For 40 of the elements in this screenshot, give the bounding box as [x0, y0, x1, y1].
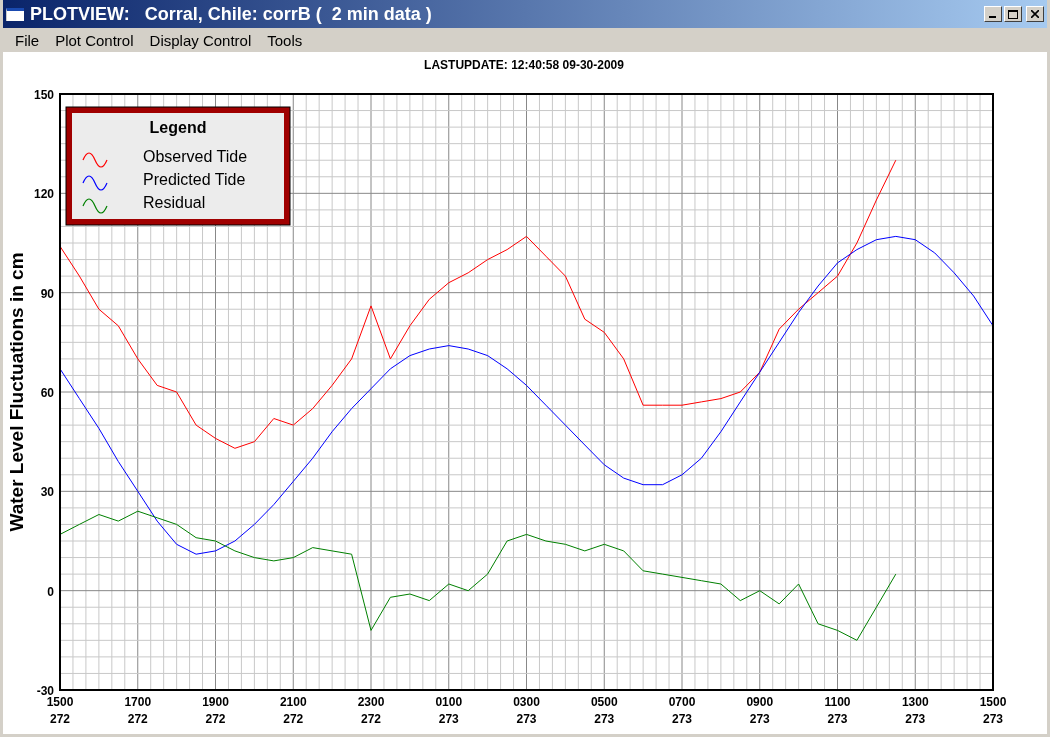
minimize-button[interactable]: [984, 6, 1002, 22]
maximize-icon: [1008, 9, 1018, 19]
axis-tick-label: 1700 272: [124, 695, 152, 726]
axis-tick-label: 1900 272: [202, 695, 229, 726]
axis-tick-label: 1500 272: [46, 695, 74, 726]
close-icon: [1031, 10, 1039, 18]
last-update-text: LASTUPDATE: 12:40:58 09-30-2009: [424, 58, 624, 72]
axis-tick-label: 150: [33, 88, 54, 102]
axis-tick-label: 0100 273: [435, 695, 463, 726]
maximize-button[interactable]: [1004, 6, 1022, 22]
legend-title: Legend: [149, 119, 207, 136]
axis-tick-label: 0300 273: [513, 695, 540, 726]
legend-label: Observed Tide: [143, 148, 248, 165]
axis-tick-label: 1300 273: [901, 695, 929, 726]
axis-tick-label: 0900 273: [746, 695, 774, 726]
axis-tick-label: 1500 273: [979, 695, 1007, 726]
axis-tick-label: 90: [40, 286, 54, 301]
menu-item[interactable]: File: [7, 31, 48, 49]
axis-tick-label: 0500 273: [590, 695, 618, 726]
axis-tick-label: 0: [47, 584, 54, 599]
y-axis-label: Water Level Fluctuations in cm: [6, 252, 27, 532]
axis-tick-label: 30: [40, 485, 54, 500]
menu-item[interactable]: Display Control: [141, 31, 260, 49]
axis-tick-label: 2300 272: [357, 695, 385, 726]
window-title: PLOTVIEW: Corral, Chile: corrB ( 2 min data ): [30, 3, 433, 25]
axis-tick-label: 2100 272: [279, 695, 307, 726]
legend-wave-icon: [82, 152, 108, 168]
axis-tick-label: -30: [36, 684, 54, 698]
axis-tick-label: 1100 273: [824, 695, 851, 726]
axis-tick-label: 0700 273: [668, 695, 696, 726]
legend-wave-icon: [82, 198, 108, 214]
menu-item[interactable]: Plot Control: [47, 31, 142, 49]
window-icon: [6, 7, 24, 21]
close-button[interactable]: [1026, 6, 1044, 22]
axis-tick-label: 60: [40, 386, 54, 400]
legend-label: Residual: [143, 194, 206, 211]
legend-wave-icon: [82, 175, 108, 191]
legend-label: Predicted Tide: [143, 171, 246, 188]
axis-tick-label: 120: [33, 187, 54, 202]
menu-item[interactable]: Tools: [259, 31, 311, 49]
